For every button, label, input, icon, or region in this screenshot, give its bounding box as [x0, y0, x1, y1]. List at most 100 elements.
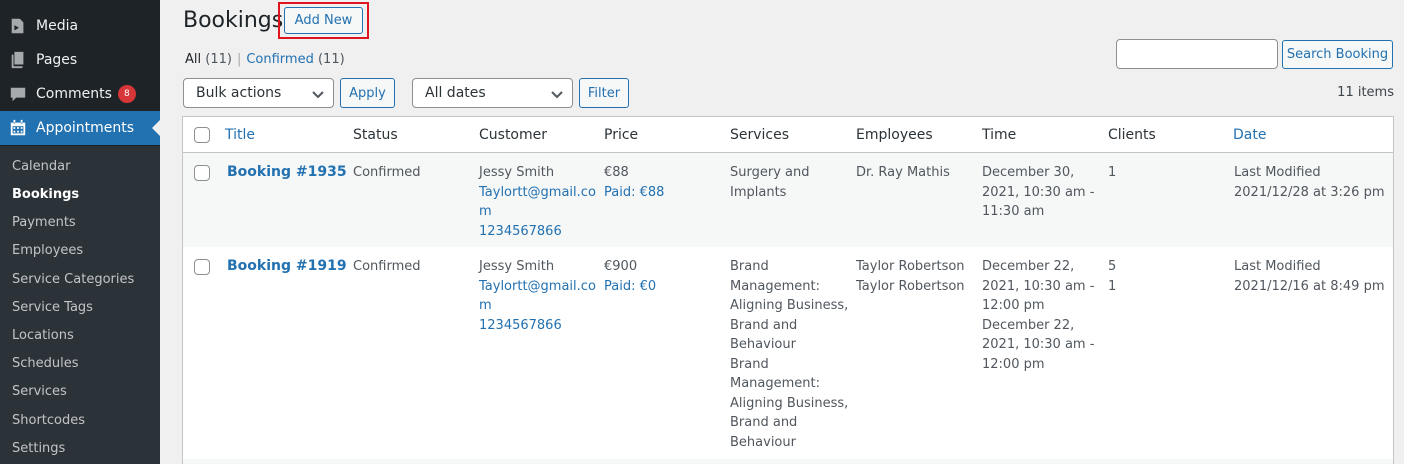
- time-line: December 22,: [982, 259, 1075, 274]
- menu-item-appointments[interactable]: Appointments: [0, 111, 160, 145]
- customer-name: Jessy Smith: [479, 259, 555, 274]
- chevron-down-icon: [311, 87, 325, 101]
- page-title: Bookings: [183, 8, 284, 33]
- booking-title-link[interactable]: Booking #1919: [227, 258, 347, 274]
- service-line: Management:: [730, 376, 821, 391]
- table-row: [183, 459, 1393, 464]
- booking-services: Brand Management: Aligning Business, Bra…: [730, 257, 848, 452]
- column-price: Price: [604, 127, 639, 143]
- select-all-checkbox[interactable]: [194, 127, 210, 143]
- booking-price: €900 Paid: €0: [604, 257, 656, 296]
- time-line: 12:00 pm: [982, 356, 1045, 372]
- menu-item-media[interactable]: Media: [0, 9, 160, 43]
- menu-item-comments[interactable]: Comments 8: [0, 77, 160, 111]
- service-line: Aligning Business,: [730, 395, 849, 411]
- search-input[interactable]: [1116, 39, 1278, 69]
- appointments-submenu: Calendar Bookings Payments Employees Ser…: [0, 146, 160, 464]
- menu-item-label: Pages: [36, 52, 78, 68]
- items-count: 11 items: [1337, 85, 1394, 100]
- media-icon: [0, 9, 36, 43]
- submenu-employees[interactable]: Employees: [12, 241, 83, 261]
- search-booking-button[interactable]: Search Booking: [1282, 40, 1393, 69]
- customer-phone-link[interactable]: 1234567866: [479, 222, 596, 242]
- price-total: €88: [604, 165, 629, 180]
- add-new-button[interactable]: Add New: [284, 7, 363, 34]
- service-line: Implants: [730, 184, 787, 200]
- service-line: Brand and: [730, 317, 798, 333]
- booking-clients: 5 1: [1108, 257, 1116, 296]
- booking-status: Confirmed: [353, 165, 421, 180]
- customer-email-link[interactable]: Taylortt@gmail.co m: [479, 183, 596, 222]
- date-label: Last Modified: [1234, 259, 1321, 274]
- apply-button[interactable]: Apply: [340, 78, 395, 108]
- customer-email-link[interactable]: Taylortt@gmail.co m: [479, 277, 596, 316]
- status-views: All (11) | Confirmed (11): [185, 52, 345, 67]
- view-all-count: (11): [205, 52, 232, 67]
- clients-count: 1: [1108, 165, 1117, 180]
- time-line: 2021, 10:30 am -: [982, 337, 1095, 352]
- column-date[interactable]: Date: [1233, 127, 1266, 143]
- table-header: Title Status Customer Price Services Emp…: [183, 117, 1393, 153]
- date-label: Last Modified: [1234, 165, 1321, 180]
- bulk-actions-value: Bulk actions: [196, 85, 282, 101]
- admin-sidebar: Media Pages Comments 8 Appointments Cale…: [0, 0, 160, 464]
- view-all-label: All: [185, 52, 202, 67]
- submenu-services[interactable]: Services: [12, 382, 67, 402]
- service-line: Brand and: [730, 415, 798, 430]
- booking-date: Last Modified 2021/12/16 at 8:49 pm: [1234, 257, 1385, 296]
- time-line: December 22,: [982, 317, 1075, 333]
- customer-email-line-2: m: [479, 204, 492, 219]
- submenu-shortcodes[interactable]: Shortcodes: [12, 411, 85, 431]
- submenu-service-categories[interactable]: Service Categories: [12, 270, 134, 290]
- row-checkbox[interactable]: [194, 165, 210, 181]
- view-all-link[interactable]: All (11): [185, 52, 232, 67]
- comments-icon: [0, 77, 36, 111]
- column-time: Time: [982, 127, 1017, 143]
- price-paid-link[interactable]: Paid: €88: [604, 183, 664, 203]
- service-line: Brand: [730, 356, 769, 372]
- time-line: 11:30 am: [982, 204, 1045, 219]
- booking-customer: Jessy Smith Taylortt@gmail.co m 123456786…: [479, 163, 596, 241]
- customer-name: Jessy Smith: [479, 165, 555, 180]
- time-line: 2021, 10:30 am -: [982, 278, 1095, 294]
- column-customer: Customer: [479, 127, 548, 143]
- service-line: Surgery and: [730, 165, 810, 180]
- booking-employees: Dr. Ray Mathis: [856, 163, 950, 183]
- view-separator: |: [236, 52, 242, 67]
- submenu-locations[interactable]: Locations: [12, 326, 74, 346]
- booking-time: December 22, 2021, 10:30 am - 12:00 pm D…: [982, 257, 1094, 374]
- dates-filter-select[interactable]: All dates: [412, 78, 573, 108]
- service-line: Brand: [730, 259, 769, 274]
- booking-title-link[interactable]: Booking #1935: [227, 164, 347, 180]
- employee-name: Taylor Robertson: [856, 278, 965, 294]
- table-row: Booking #1935 Confirmed Jessy Smith Tayl…: [183, 153, 1393, 247]
- employee-name: Dr. Ray Mathis: [856, 165, 950, 180]
- date-value: 2021/12/16 at 8:49 pm: [1234, 278, 1385, 294]
- row-checkbox[interactable]: [194, 259, 210, 275]
- view-confirmed-label: Confirmed: [246, 52, 314, 67]
- submenu-settings[interactable]: Settings: [12, 439, 65, 459]
- comments-count-badge: 8: [117, 85, 136, 103]
- menu-item-pages[interactable]: Pages: [0, 43, 160, 77]
- booking-clients: 1: [1108, 163, 1116, 183]
- column-title[interactable]: Title: [225, 127, 255, 143]
- submenu-schedules[interactable]: Schedules: [12, 354, 79, 374]
- filter-button[interactable]: Filter: [579, 78, 629, 108]
- column-status: Status: [353, 127, 398, 143]
- column-services: Services: [730, 127, 790, 143]
- time-line: 12:00 pm: [982, 298, 1045, 313]
- submenu-calendar[interactable]: Calendar: [12, 157, 70, 177]
- booking-customer: Jessy Smith Taylortt@gmail.co m 123456786…: [479, 257, 596, 335]
- chevron-down-icon: [550, 87, 564, 101]
- view-confirmed-count: (11): [317, 52, 345, 67]
- view-confirmed-link[interactable]: Confirmed (11): [246, 52, 344, 67]
- service-line: Behaviour: [730, 337, 796, 352]
- submenu-payments[interactable]: Payments: [12, 213, 76, 233]
- submenu-bookings[interactable]: Bookings: [12, 185, 79, 205]
- booking-price: €88 Paid: €88: [604, 163, 664, 202]
- customer-phone-link[interactable]: 1234567866: [479, 316, 596, 336]
- submenu-service-tags[interactable]: Service Tags: [12, 298, 93, 318]
- price-paid-link[interactable]: Paid: €0: [604, 277, 656, 297]
- service-line: Aligning Business,: [730, 298, 849, 313]
- bulk-actions-select[interactable]: Bulk actions: [183, 78, 334, 108]
